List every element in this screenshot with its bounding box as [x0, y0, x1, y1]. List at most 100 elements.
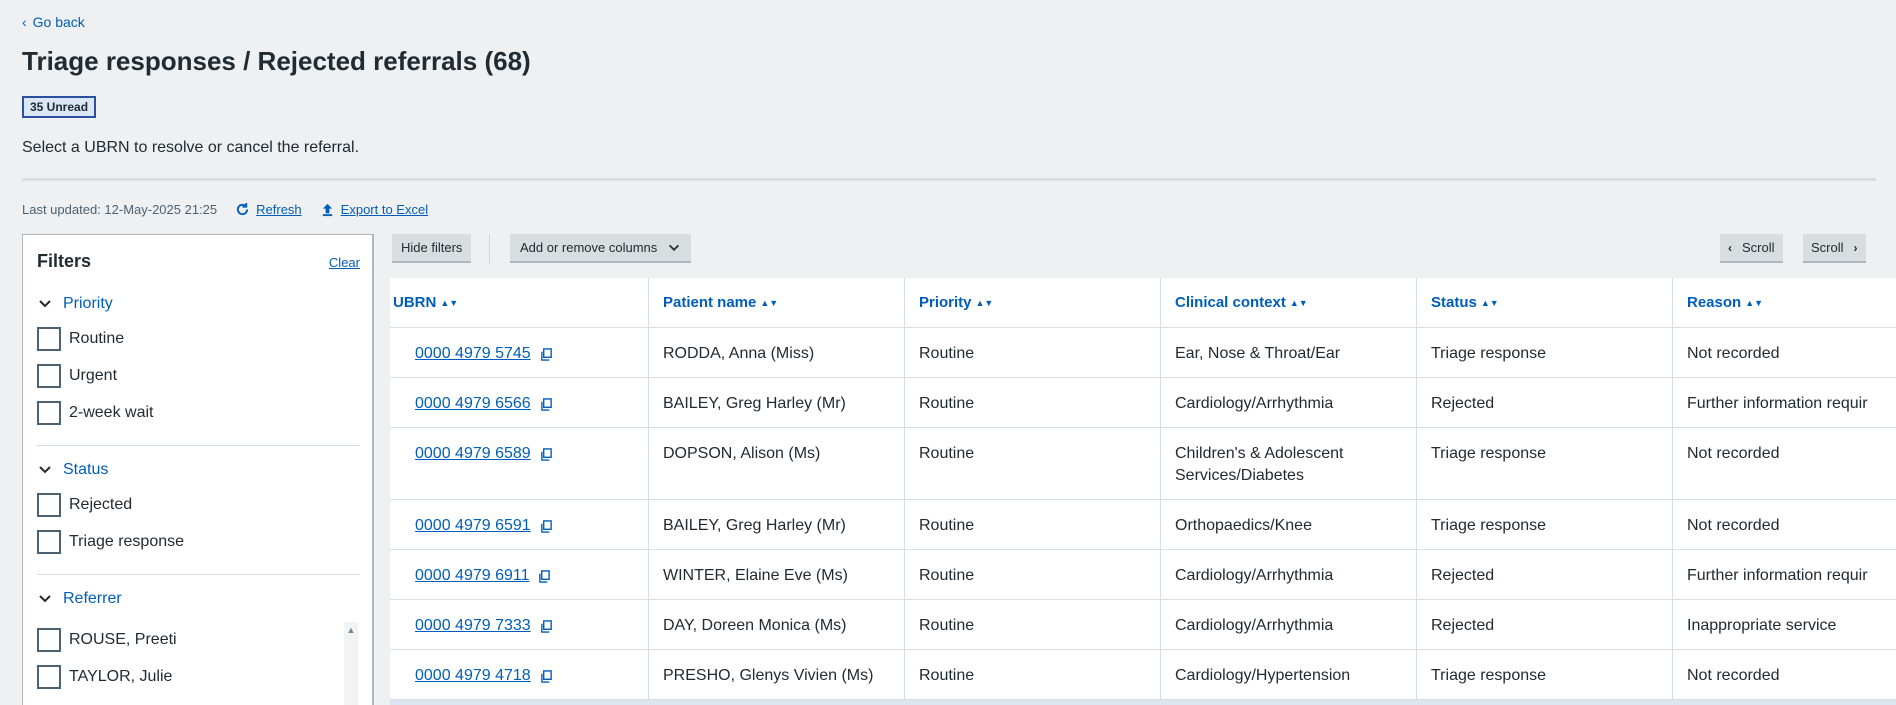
reason-cell: Not recorded — [1672, 328, 1896, 377]
checkbox[interactable] — [37, 364, 61, 388]
filter-option-label: Rejected — [69, 496, 133, 513]
filter-option-label: Urgent — [69, 367, 118, 384]
filters-title: Filters — [37, 251, 92, 271]
priority-cell: Routine — [904, 600, 1160, 649]
column-header-label: Status — [1431, 293, 1477, 311]
scroll-up-arrow-icon[interactable]: ▲ — [345, 624, 357, 636]
checkbox[interactable] — [37, 628, 61, 652]
filter-toggle-referrer[interactable]: Referrer — [37, 588, 360, 610]
export-label: Export to Excel — [340, 202, 429, 217]
filter-option-routine[interactable]: Routine — [37, 326, 360, 352]
table-row: 0000 4979 6566 BAILEY, Greg Harley (Mr) … — [390, 378, 1896, 428]
chevron-left-icon: ‹ — [22, 14, 27, 30]
ubrn-link[interactable]: 0000 4979 6589 — [415, 443, 531, 465]
column-header-reason[interactable]: Reason ▲▼ — [1672, 278, 1896, 328]
scroll-right-button[interactable]: Scroll › — [1803, 234, 1866, 263]
priority-cell: Routine — [904, 428, 1160, 499]
chevron-down-icon — [39, 300, 51, 308]
add-remove-columns-button[interactable]: Add or remove columns — [510, 234, 692, 263]
ubrn-link[interactable]: 0000 4979 4718 — [415, 665, 531, 687]
filter-option-2-week-wait[interactable]: 2-week wait — [37, 400, 360, 426]
sort-icon: ▲▼ — [1480, 297, 1499, 308]
table-row-partial[interactable] — [390, 700, 1896, 705]
chevron-right-icon: › — [1853, 240, 1858, 255]
copy-icon[interactable] — [540, 347, 553, 361]
status-cell: Rejected — [1416, 378, 1672, 427]
copy-icon[interactable] — [540, 397, 553, 411]
priority-cell: Routine — [904, 378, 1160, 427]
filter-section-status: Status Rejected Triage response — [37, 459, 360, 555]
filter-section-referrer: Referrer ROUSE, Preeti TAYLOR, Julie — [37, 588, 360, 690]
table-row: 0000 4979 5745 RODDA, Anna (Miss) Routin… — [390, 328, 1896, 378]
column-header-label: UBRN — [393, 293, 437, 311]
copy-icon[interactable] — [540, 619, 553, 633]
copy-icon[interactable] — [540, 669, 553, 683]
filter-option-label: ROUSE, Preeti — [69, 631, 177, 648]
ubrn-link[interactable]: 0000 4979 6911 — [415, 565, 529, 587]
patient-name-cell: DOPSON, Alison (Ms) — [648, 428, 904, 499]
patient-name-cell: WINTER, Elaine Eve (Ms) — [648, 550, 904, 599]
checkbox[interactable] — [37, 530, 61, 554]
go-back-link[interactable]: ‹ Go back — [22, 14, 85, 30]
sort-icon: ▲▼ — [1289, 297, 1308, 308]
filter-option-rouse-preeti[interactable]: ROUSE, Preeti — [37, 627, 360, 653]
chevron-down-icon — [669, 244, 680, 251]
filter-option-triage-response[interactable]: Triage response — [37, 529, 360, 555]
clinical-context-cell: Children's & Adolescent Services/Diabete… — [1160, 428, 1416, 499]
reason-cell: Further information requir — [1672, 378, 1896, 427]
filter-option-taylor-julie[interactable]: TAYLOR, Julie — [37, 664, 360, 690]
scroll-right-label: Scroll — [1811, 240, 1844, 255]
export-to-excel-link[interactable]: Export to Excel — [320, 202, 428, 217]
refresh-link[interactable]: Refresh — [235, 202, 302, 217]
ubrn-link[interactable]: 0000 4979 7333 — [415, 615, 531, 637]
column-header-patient-name[interactable]: Patient name ▲▼ — [648, 278, 904, 328]
reason-cell: Not recorded — [1672, 500, 1896, 549]
column-header-label: Priority — [919, 293, 972, 311]
column-header-clinical-context[interactable]: Clinical context ▲▼ — [1160, 278, 1416, 328]
filter-toggle-status[interactable]: Status — [37, 459, 360, 481]
column-header-label: Clinical context — [1175, 293, 1286, 311]
ubrn-link[interactable]: 0000 4979 6566 — [415, 393, 531, 415]
instruction-text: Select a UBRN to resolve or cancel the r… — [22, 139, 360, 156]
checkbox[interactable] — [37, 493, 61, 517]
column-header-status[interactable]: Status ▲▼ — [1416, 278, 1672, 328]
status-cell: Triage response — [1416, 650, 1672, 699]
copy-icon[interactable] — [538, 569, 551, 583]
filters-panel: Filters Clear Priority Routine Urgent 2-… — [22, 234, 374, 705]
sort-icon: ▲▼ — [1745, 297, 1764, 308]
column-header-ubrn[interactable]: UBRN ▲▼ — [390, 278, 648, 328]
ubrn-cell: 0000 4979 4718 — [390, 650, 648, 699]
priority-cell: Routine — [904, 550, 1160, 599]
copy-icon[interactable] — [540, 519, 553, 533]
filter-toggle-priority[interactable]: Priority — [37, 293, 360, 315]
scroll-left-label: Scroll — [1742, 240, 1775, 255]
chevron-down-icon — [39, 466, 51, 474]
sort-icon: ▲▼ — [975, 297, 994, 308]
hide-filters-button[interactable]: Hide filters — [392, 234, 472, 263]
filter-option-label: Routine — [69, 330, 125, 347]
sort-icon: ▲▼ — [440, 297, 459, 308]
filter-section-label: Priority — [63, 295, 113, 312]
filter-option-rejected[interactable]: Rejected — [37, 492, 360, 518]
table-row: 0000 4979 7333 DAY, Doreen Monica (Ms) R… — [390, 600, 1896, 650]
status-cell: Triage response — [1416, 328, 1672, 377]
ubrn-link[interactable]: 0000 4979 5745 — [415, 343, 531, 365]
checkbox[interactable] — [37, 665, 61, 689]
upload-icon — [322, 203, 332, 217]
patient-name-cell: DAY, Doreen Monica (Ms) — [648, 600, 904, 649]
clear-filters-link[interactable]: Clear — [329, 255, 360, 270]
clinical-context-cell: Cardiology/Hypertension — [1160, 650, 1416, 699]
checkbox[interactable] — [37, 327, 61, 351]
ubrn-cell: 0000 4979 6589 — [390, 428, 648, 499]
filter-divider — [37, 574, 360, 575]
checkbox[interactable] — [37, 401, 61, 425]
scroll-left-button[interactable]: ‹ Scroll — [1720, 234, 1783, 263]
ubrn-link[interactable]: 0000 4979 6591 — [415, 515, 531, 537]
status-cell: Triage response — [1416, 428, 1672, 499]
patient-name-cell: RODDA, Anna (Miss) — [648, 328, 904, 377]
status-cell: Rejected — [1416, 550, 1672, 599]
refresh-label: Refresh — [256, 202, 302, 217]
column-header-priority[interactable]: Priority ▲▼ — [904, 278, 1160, 328]
copy-icon[interactable] — [540, 447, 553, 461]
filter-option-urgent[interactable]: Urgent — [37, 363, 360, 389]
